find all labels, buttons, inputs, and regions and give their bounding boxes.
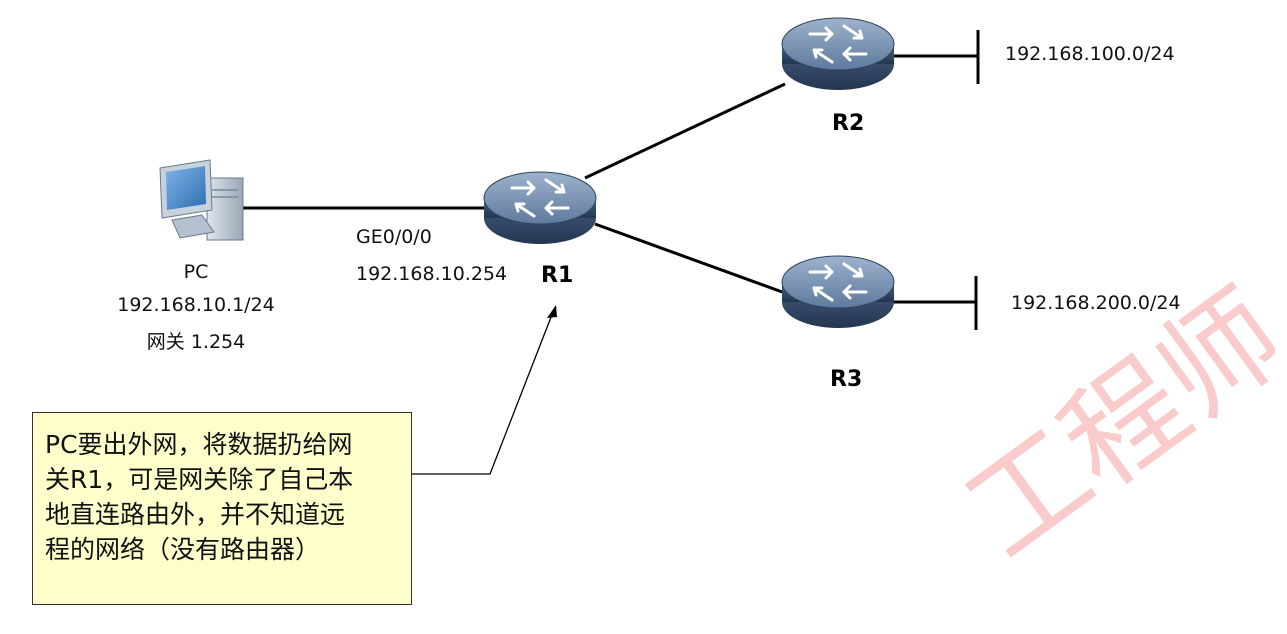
router-r3-icon[interactable] <box>780 254 896 330</box>
r2-network-label: 192.168.100.0/24 <box>1005 43 1175 65</box>
pc-name-label: PC <box>183 261 209 283</box>
r1-interface-label: GE0/0/0 <box>356 226 432 248</box>
router-r2-icon[interactable] <box>780 16 896 92</box>
router-r1-icon[interactable] <box>482 170 598 246</box>
link-r1-r3 <box>594 222 786 295</box>
callout-pointer <box>412 311 554 475</box>
callout-text: PC要出外网，将数据扔给网 关R1，可是网关除了自己本 地直连路由外，并不知道远… <box>45 430 354 564</box>
r1-name-label: R1 <box>541 263 574 288</box>
r3-network-label: 192.168.200.0/24 <box>1011 292 1181 314</box>
r1-interface-ip-label: 192.168.10.254 <box>356 263 508 285</box>
r3-name-label: R3 <box>830 367 863 392</box>
callout-pointer-head <box>547 305 557 318</box>
network-diagram: PC 192.168.10.1/24 网关 1.254 GE0/0/0 192.… <box>0 0 1287 634</box>
link-r1-r2 <box>584 82 786 180</box>
pc-icon[interactable] <box>159 159 244 241</box>
pc-ip-label: 192.168.10.1/24 <box>117 294 275 316</box>
pc-gateway-label: 网关 1.254 <box>146 331 246 353</box>
r2-name-label: R2 <box>832 111 865 136</box>
explanation-callout: PC要出外网，将数据扔给网 关R1，可是网关除了自己本 地直连路由外，并不知道远… <box>32 412 412 605</box>
